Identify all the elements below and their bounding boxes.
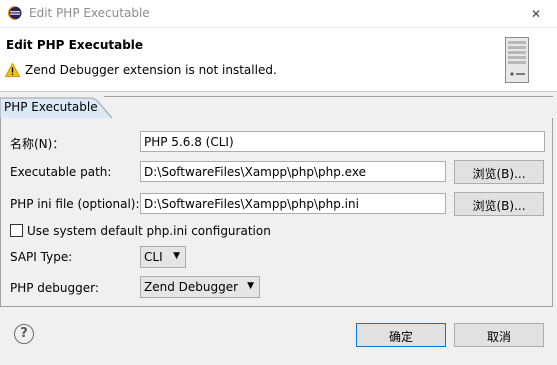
tab-php-executable[interactable]: PHP Executable: [0, 97, 112, 119]
eclipse-app-icon: [8, 6, 22, 20]
executable-path-label: Executable path:: [10, 165, 112, 179]
warning-message: Zend Debugger extension is not installed…: [25, 63, 277, 77]
php-debugger-value: Zend Debugger: [144, 280, 239, 294]
title-bar: Edit PHP Executable ✕: [0, 0, 557, 28]
server-icon: [505, 37, 529, 83]
php-debugger-label: PHP debugger:: [10, 281, 99, 295]
executable-path-input[interactable]: D:\SoftwareFiles\Xampp\php\php.exe: [140, 161, 446, 182]
name-label: 名称(N)：: [10, 137, 65, 151]
browse-executable-button[interactable]: 浏览(B)...: [454, 160, 544, 184]
use-default-ini-label: Use system default php.ini configuration: [27, 224, 271, 238]
close-icon: ✕: [530, 6, 542, 21]
window-title: Edit PHP Executable: [29, 6, 150, 20]
tab-label: PHP Executable: [4, 100, 98, 114]
tab-divider: [104, 96, 553, 97]
warning-icon: [5, 63, 20, 77]
sapi-type-value: CLI: [144, 250, 163, 264]
tab-strip: PHP Executable: [0, 97, 557, 119]
help-icon[interactable]: ?: [14, 324, 34, 344]
sapi-type-label: SAPI Type:: [10, 250, 73, 264]
sapi-type-select[interactable]: CLI ▼: [140, 246, 186, 268]
use-default-ini-checkbox[interactable]: [10, 224, 23, 237]
browse-ini-button[interactable]: 浏览(B)...: [454, 192, 544, 216]
php-ini-input[interactable]: D:\SoftwareFiles\Xampp\php\php.ini: [140, 193, 446, 214]
cancel-button[interactable]: 取消: [454, 323, 544, 347]
name-input[interactable]: PHP 5.6.8 (CLI): [140, 131, 545, 152]
close-button[interactable]: ✕: [515, 0, 557, 27]
php-ini-label: PHP ini file (optional):: [10, 197, 140, 211]
dialog-heading: Edit PHP Executable: [6, 38, 144, 52]
php-debugger-select[interactable]: Zend Debugger ▼: [140, 276, 260, 298]
header-banner: Edit PHP Executable Zend Debugger extens…: [0, 28, 557, 92]
chevron-down-icon: ▼: [247, 281, 254, 291]
ok-button[interactable]: 确定: [356, 323, 446, 347]
chevron-down-icon: ▼: [173, 251, 180, 261]
